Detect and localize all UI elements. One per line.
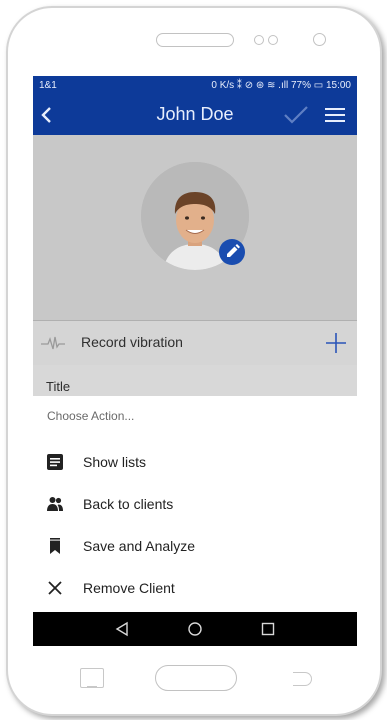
- sensor-dot: [254, 35, 264, 45]
- hardware-recents-key[interactable]: [80, 668, 104, 688]
- menu-icon[interactable]: [325, 107, 345, 123]
- nav-home-icon[interactable]: [187, 621, 203, 637]
- app-bar: John Doe: [33, 95, 357, 135]
- status-info: 0 K/s ⁑ ⊘ ⊛ ≋ .ıll 77% ▭ 15:00: [211, 80, 351, 91]
- action-sheet-header: Choose Action...: [47, 409, 135, 423]
- sensor-dot: [268, 35, 278, 45]
- system-nav-bar: [33, 612, 357, 646]
- title-field-label: Title: [46, 379, 71, 394]
- bookmark-icon: [50, 538, 60, 554]
- action-label: Save and Analyze: [83, 538, 196, 554]
- action-label: Remove Client: [83, 580, 175, 596]
- app-screen: 1&1 0 K/s ⁑ ⊘ ⊛ ≋ .ıll 77% ▭ 15:00 John …: [33, 76, 357, 646]
- checkmark-icon[interactable]: [283, 104, 309, 126]
- nav-recents-icon[interactable]: [260, 621, 276, 637]
- action-remove-client[interactable]: Remove Client: [33, 567, 357, 609]
- waveform-icon: [41, 336, 65, 350]
- action-show-lists[interactable]: Show lists: [33, 441, 357, 483]
- phone-speaker: [156, 33, 234, 47]
- edit-photo-button[interactable]: [219, 239, 245, 265]
- status-bar: 1&1 0 K/s ⁑ ⊘ ⊛ ≋ .ıll 77% ▭ 15:00: [33, 76, 357, 95]
- hardware-home-button[interactable]: [155, 665, 237, 691]
- carrier-label: 1&1: [39, 80, 57, 91]
- front-camera: [313, 33, 326, 46]
- action-label: Back to clients: [83, 496, 174, 512]
- people-icon: [47, 497, 63, 511]
- pencil-icon: [227, 244, 240, 257]
- action-sheet: Choose Action... Show lists Back to clie…: [33, 396, 357, 612]
- hardware-back-key[interactable]: [293, 672, 312, 686]
- action-back-to-clients[interactable]: Back to clients: [33, 483, 357, 525]
- action-save-and-analyze[interactable]: Save and Analyze: [33, 525, 357, 567]
- nav-back-icon[interactable]: [114, 621, 130, 637]
- record-vibration-row[interactable]: Record vibration: [33, 321, 357, 365]
- action-label: Show lists: [83, 454, 147, 470]
- profile-area: [33, 135, 357, 320]
- close-icon: [48, 581, 62, 595]
- plus-icon[interactable]: [325, 332, 347, 354]
- record-vibration-label: Record vibration: [81, 334, 183, 350]
- list-document-icon: [47, 454, 63, 470]
